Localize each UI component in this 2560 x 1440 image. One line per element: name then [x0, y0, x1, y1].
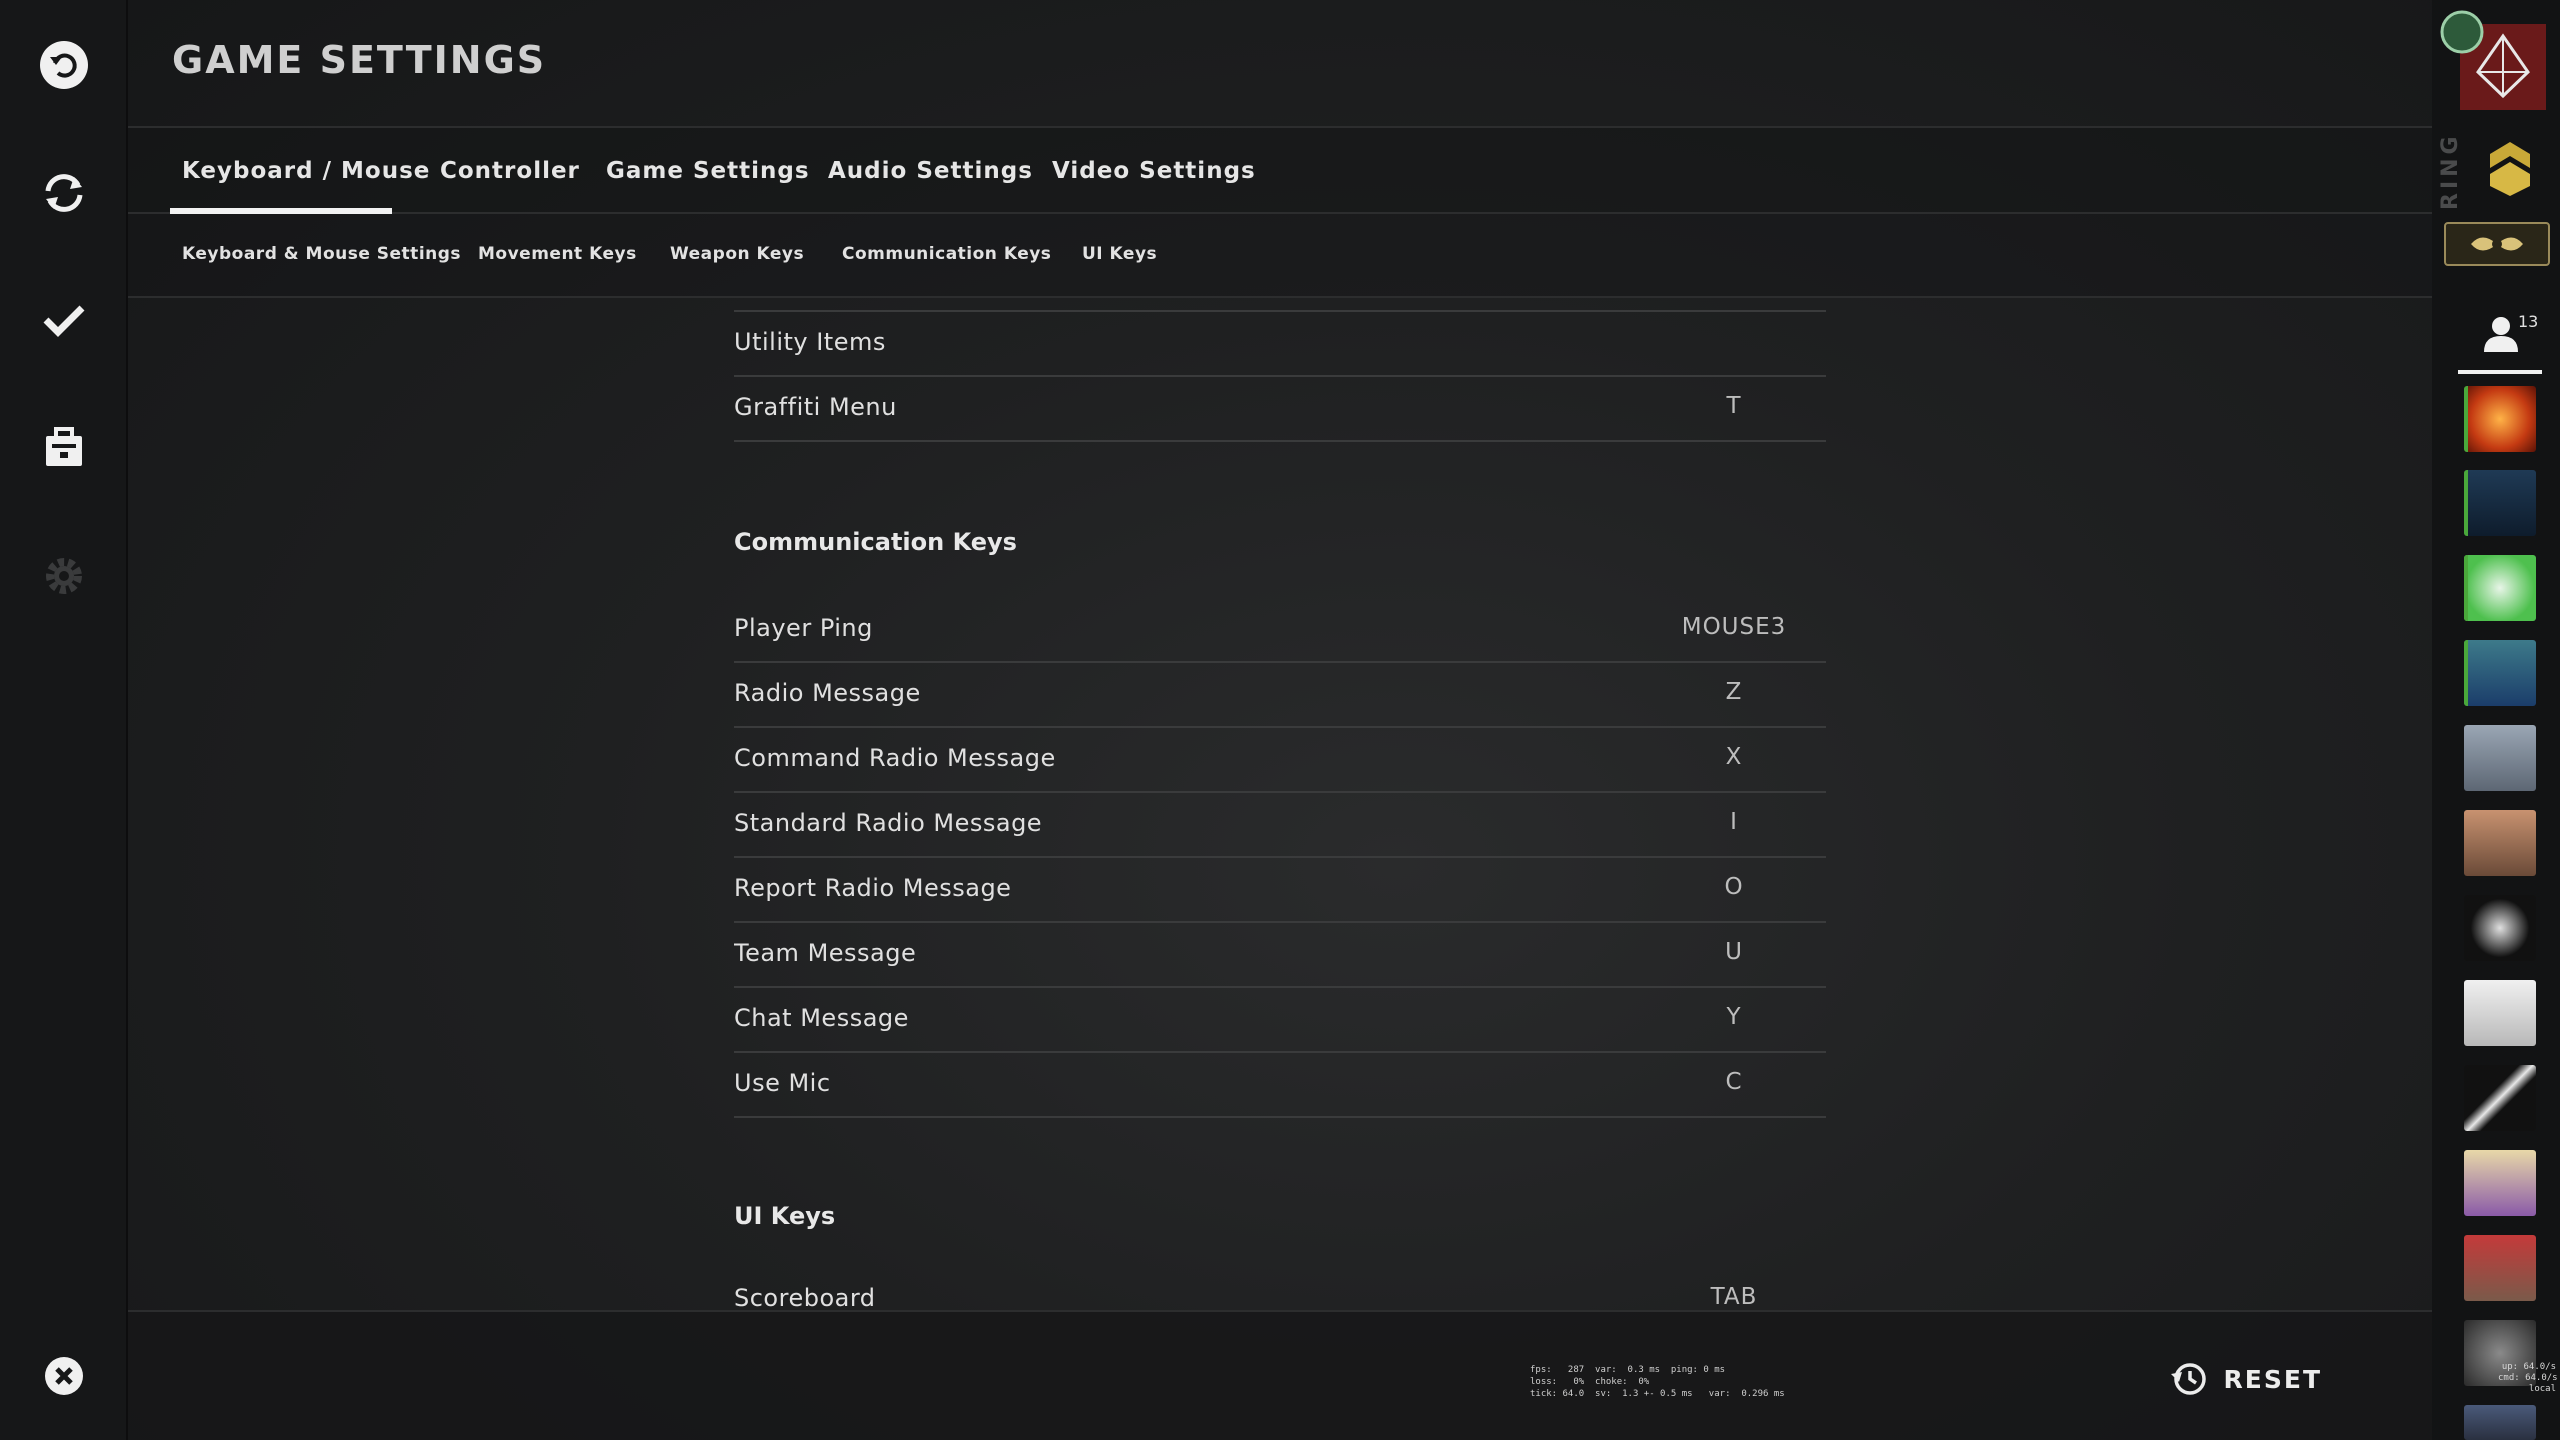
subtab-ui-keys[interactable]: UI Keys — [1082, 244, 1157, 264]
vertical-ring-text: RING — [2438, 132, 2463, 210]
keybind-label: Radio Message — [734, 679, 921, 707]
keybind-key[interactable]: O — [1724, 874, 1743, 900]
keybind-key[interactable]: I — [1730, 809, 1738, 835]
subtab-keyboard-mouse-settings[interactable]: Keyboard & Mouse Settings — [182, 244, 461, 264]
keybind-label: Chat Message — [734, 1004, 909, 1032]
subtab-communication-keys[interactable]: Communication Keys — [842, 244, 1051, 264]
online-status — [2464, 640, 2468, 706]
keybind-row[interactable]: Command Radio Message X — [734, 728, 1826, 793]
keybind-row[interactable]: Radio Message Z — [734, 663, 1826, 728]
keybind-label: Command Radio Message — [734, 744, 1056, 772]
friends-tab-underline — [2458, 370, 2542, 374]
reset-label: RESET — [2223, 1364, 2322, 1394]
netgraph-readout: fps: 287 var: 0.3 ms ping: 0 ms loss: 0%… — [1530, 1365, 1785, 1399]
keybind-key[interactable]: T — [1726, 393, 1741, 419]
keybind-label: Scoreboard — [734, 1284, 876, 1310]
section-title-ui: UI Keys — [734, 1202, 836, 1230]
inventory-icon[interactable] — [34, 418, 94, 478]
keybind-row[interactable]: Player Ping MOUSE3 — [734, 598, 1826, 663]
tabs-bar: Keyboard / Mouse Controller Game Setting… — [128, 126, 2432, 214]
footer-bar: fps: 287 var: 0.3 ms ping: 0 ms loss: 0%… — [128, 1310, 2432, 1440]
keybind-label: Graffiti Menu — [734, 393, 897, 421]
settings-gear-icon[interactable] — [34, 546, 94, 606]
friends-icon[interactable] — [2482, 314, 2520, 356]
friend-avatar[interactable] — [2464, 1405, 2536, 1440]
left-sidebar — [0, 0, 128, 1440]
friend-avatar[interactable] — [2464, 555, 2536, 621]
tab-video-settings[interactable]: Video Settings — [1052, 158, 1256, 184]
keybind-key[interactable]: Y — [1726, 1004, 1741, 1030]
friend-avatar[interactable] — [2464, 895, 2536, 961]
friend-avatar[interactable] — [2464, 640, 2536, 706]
friend-avatar[interactable] — [2464, 1235, 2536, 1301]
keybind-key[interactable]: U — [1725, 939, 1743, 965]
keybind-label: Report Radio Message — [734, 874, 1012, 902]
rank-chevron-icon — [2488, 140, 2532, 202]
friends-count: 13 — [2518, 312, 2539, 331]
online-status — [2464, 386, 2468, 452]
tab-audio-settings[interactable]: Audio Settings — [828, 158, 1033, 184]
section-title-communication: Communication Keys — [734, 528, 1017, 556]
tab-game-settings[interactable]: Game Settings — [606, 158, 810, 184]
competitive-badge-icon — [2444, 222, 2550, 266]
keybind-row[interactable]: Standard Radio Message I — [734, 793, 1826, 858]
online-status — [2464, 470, 2468, 536]
subtab-movement-keys[interactable]: Movement Keys — [478, 244, 637, 264]
right-sidebar: RING 13 up: 64.0/s cmd: 64.0/s local — [2432, 0, 2560, 1440]
online-status — [2464, 555, 2468, 621]
profile-rank-icon[interactable] — [2440, 6, 2552, 110]
friend-avatar[interactable] — [2464, 1065, 2536, 1131]
reset-button[interactable]: RESET — [2170, 1360, 2322, 1398]
refresh-icon[interactable] — [34, 163, 94, 223]
keybind-key[interactable]: TAB — [1711, 1284, 1758, 1310]
friend-avatar[interactable] — [2464, 810, 2536, 876]
keybind-key[interactable]: X — [1726, 744, 1743, 770]
keybind-list: Utility Items Graffiti Menu T Communicat… — [734, 298, 1826, 1310]
tab-keyboard-mouse[interactable]: Keyboard / Mouse — [182, 158, 430, 184]
keybind-key[interactable]: Z — [1726, 679, 1743, 705]
netgraph-side-readout: up: 64.0/s cmd: 64.0/s local — [2498, 1362, 2558, 1394]
keybind-row[interactable]: Report Radio Message O — [734, 858, 1826, 923]
page-title: GAME SETTINGS — [172, 38, 547, 82]
keybind-key[interactable]: MOUSE3 — [1682, 614, 1787, 640]
tab-controller[interactable]: Controller — [440, 158, 580, 184]
keybind-label: Team Message — [734, 939, 917, 967]
keybind-row[interactable]: Scoreboard TAB — [734, 1268, 1826, 1310]
keybind-row[interactable]: Chat Message Y — [734, 988, 1826, 1053]
keybind-row[interactable]: Graffiti Menu T — [734, 377, 1826, 442]
subtab-weapon-keys[interactable]: Weapon Keys — [670, 244, 804, 264]
history-icon — [2170, 1363, 2206, 1395]
main-panel: GAME SETTINGS Keyboard / Mouse Controlle… — [128, 0, 2536, 1440]
keybind-label: Standard Radio Message — [734, 809, 1043, 837]
keybind-label: Use Mic — [734, 1069, 831, 1097]
checkmark-icon[interactable] — [34, 290, 94, 350]
keybind-row[interactable]: Utility Items — [734, 312, 1826, 377]
friend-avatar[interactable] — [2464, 1150, 2536, 1216]
friend-avatar[interactable] — [2464, 725, 2536, 791]
close-icon[interactable] — [34, 1346, 94, 1406]
friend-avatar[interactable] — [2464, 980, 2536, 1046]
keybind-row[interactable]: Team Message U — [734, 923, 1826, 988]
keybind-label: Utility Items — [734, 328, 886, 356]
friend-avatar[interactable] — [2464, 386, 2536, 452]
subtabs-bar: Keyboard & Mouse Settings Movement Keys … — [128, 214, 2432, 298]
keybind-label: Player Ping — [734, 614, 873, 642]
back-icon[interactable] — [34, 35, 94, 95]
friend-avatar[interactable] — [2464, 470, 2536, 536]
keybind-row[interactable]: Use Mic C — [734, 1053, 1826, 1118]
keybind-key[interactable]: C — [1725, 1069, 1742, 1095]
